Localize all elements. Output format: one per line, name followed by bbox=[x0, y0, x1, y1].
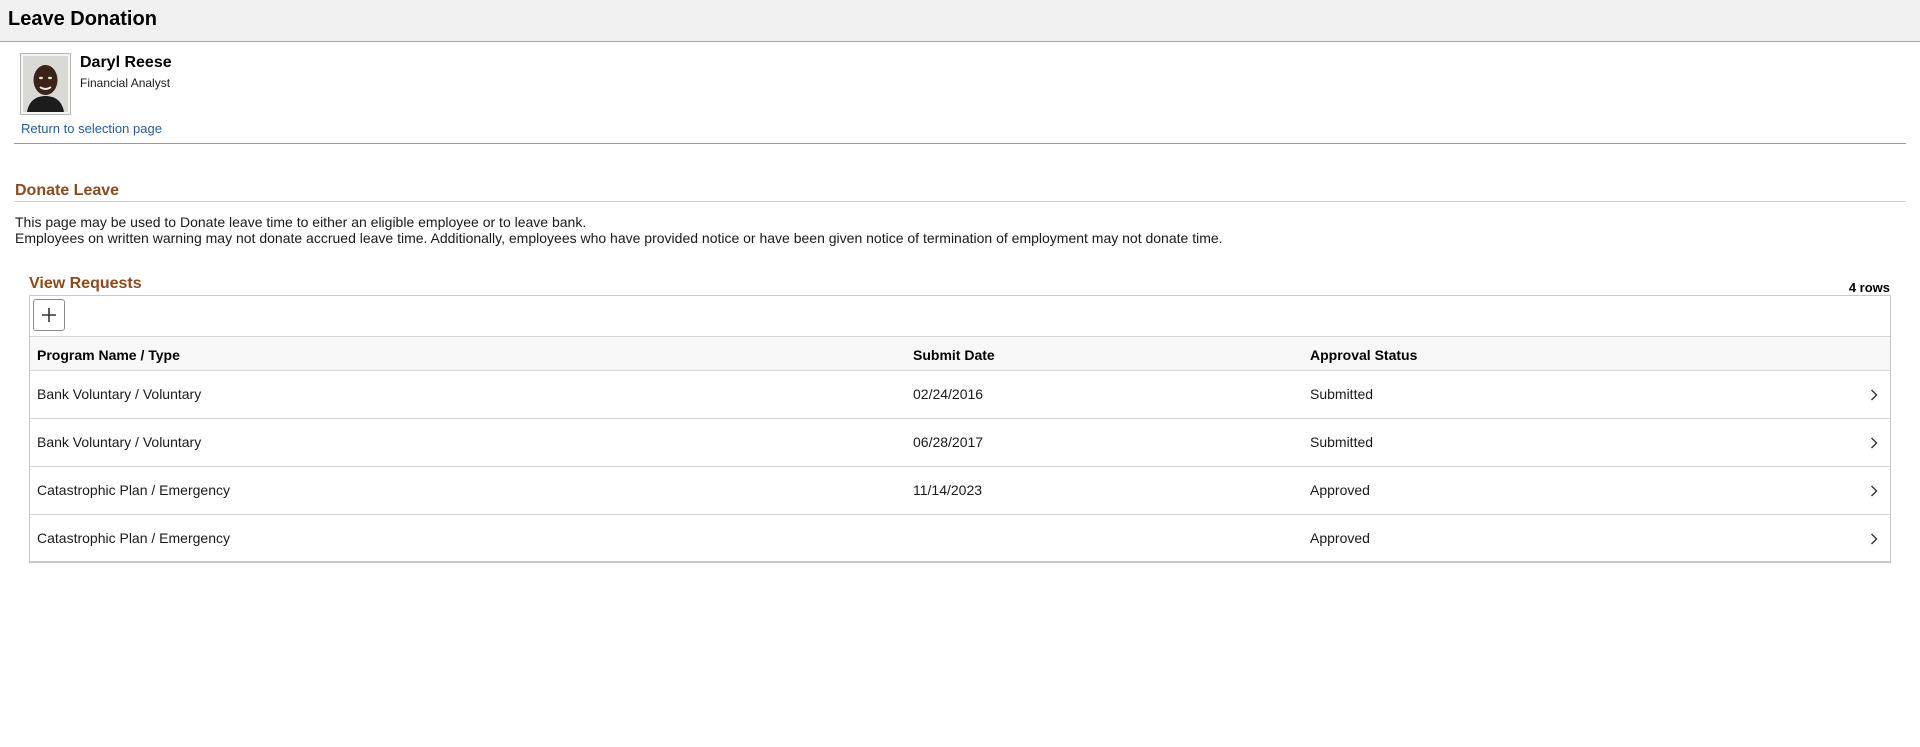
employee-photo-icon bbox=[23, 56, 68, 112]
table-row[interactable]: Catastrophic Plan / Emergency 11/14/2023… bbox=[30, 467, 1890, 515]
employee-avatar bbox=[20, 53, 71, 115]
cell-program: Bank Voluntary / Voluntary bbox=[37, 434, 202, 450]
column-header-program[interactable]: Program Name / Type bbox=[37, 347, 180, 363]
column-header-approval-status[interactable]: Approval Status bbox=[1310, 347, 1417, 363]
cell-submit-date: 11/14/2023 bbox=[913, 482, 983, 498]
table-row[interactable]: Bank Voluntary / Voluntary 06/28/2017 Su… bbox=[30, 419, 1890, 467]
divider bbox=[14, 143, 1906, 144]
cell-program: Catastrophic Plan / Emergency bbox=[37, 482, 230, 498]
description-line-1: This page may be used to Donate leave ti… bbox=[15, 214, 587, 230]
employee-name: Daryl Reese bbox=[80, 54, 172, 71]
cell-approval-status: Approved bbox=[1310, 530, 1370, 546]
cell-approval-status: Submitted bbox=[1310, 386, 1374, 402]
description-line-2: Employees on written warning may not don… bbox=[15, 230, 1223, 246]
return-to-selection-link[interactable]: Return to selection page bbox=[21, 121, 162, 136]
row-count: 4 rows bbox=[1848, 280, 1890, 295]
table-row[interactable]: Bank Voluntary / Voluntary 02/24/2016 Su… bbox=[30, 371, 1890, 419]
employee-job-title: Financial Analyst bbox=[80, 76, 171, 90]
cell-submit-date: 06/28/2017 bbox=[913, 434, 984, 450]
section-title: Donate Leave bbox=[15, 182, 120, 199]
cell-submit-date: 02/24/2016 bbox=[913, 386, 984, 402]
cell-approval-status: Approved bbox=[1310, 482, 1370, 498]
add-request-button[interactable] bbox=[33, 299, 65, 331]
chevron-right-icon[interactable] bbox=[1870, 437, 1878, 449]
table-row[interactable]: Catastrophic Plan / Emergency Approved bbox=[30, 515, 1890, 563]
grid-title: View Requests bbox=[29, 275, 142, 292]
chevron-right-icon[interactable] bbox=[1870, 533, 1878, 545]
chevron-right-icon[interactable] bbox=[1870, 485, 1878, 497]
cell-program: Catastrophic Plan / Emergency bbox=[37, 530, 230, 546]
table-header: Program Name / Type Submit Date Approval… bbox=[30, 336, 1890, 371]
page-title: Leave Donation bbox=[8, 8, 157, 30]
section-divider bbox=[14, 201, 1906, 202]
page-header: Leave Donation bbox=[0, 0, 1920, 42]
requests-grid: Program Name / Type Submit Date Approval… bbox=[29, 295, 1891, 563]
plus-icon bbox=[42, 308, 56, 322]
chevron-right-icon[interactable] bbox=[1870, 389, 1878, 401]
cell-approval-status: Submitted bbox=[1310, 434, 1374, 450]
cell-program: Bank Voluntary / Voluntary bbox=[37, 386, 202, 402]
column-header-submit-date[interactable]: Submit Date bbox=[913, 347, 995, 363]
grid-toolbar bbox=[30, 296, 1890, 336]
